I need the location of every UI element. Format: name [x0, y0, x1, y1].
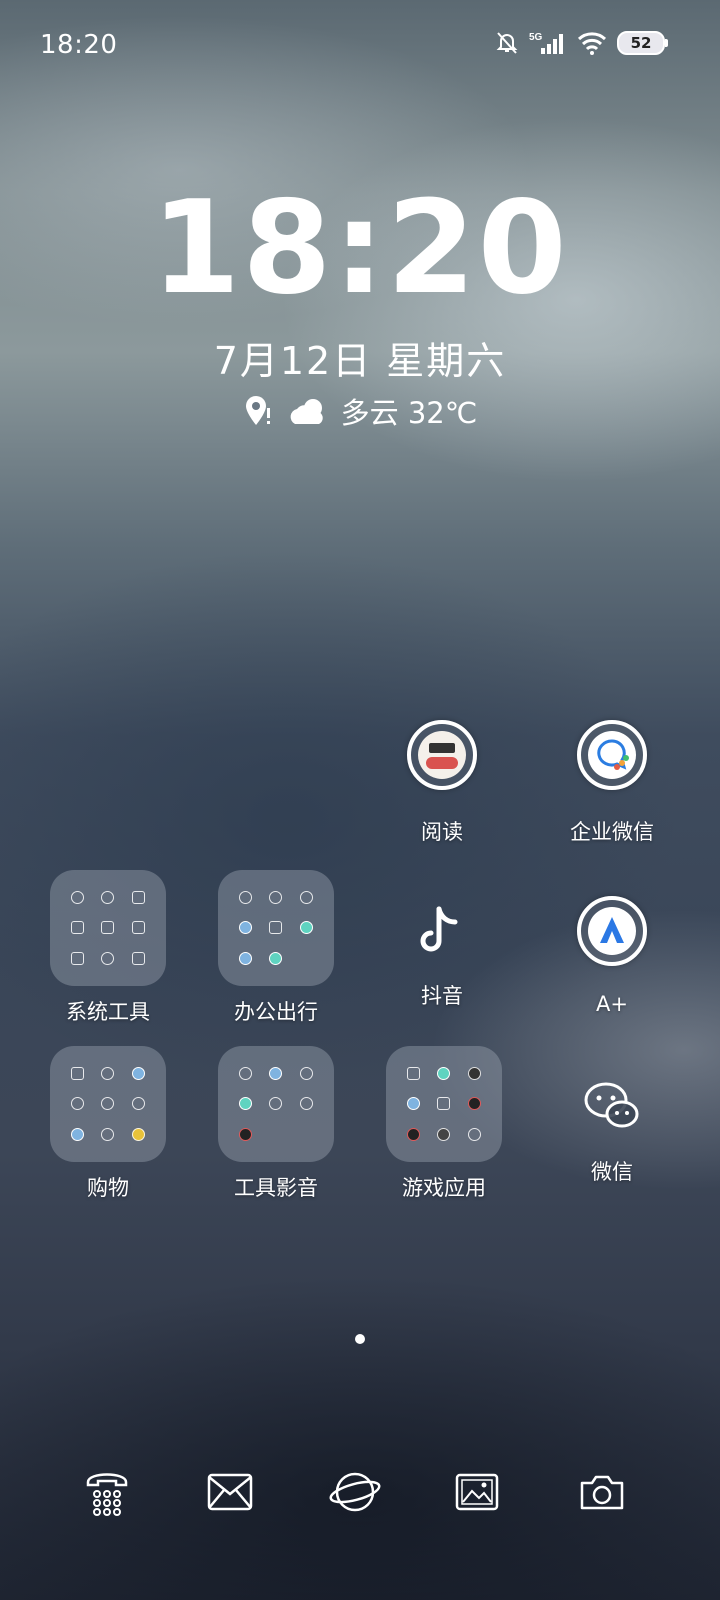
date-label: 7月12日 星期六: [213, 339, 507, 383]
folder-label: 购物: [87, 1176, 129, 1200]
app-mini-icon: [269, 952, 283, 966]
app-mini-icon: [437, 1128, 451, 1142]
app-mini-icon: [437, 1097, 451, 1111]
phone-icon: [101, 921, 115, 935]
app-mini-icon: [468, 1128, 482, 1142]
dock: [0, 1462, 720, 1532]
folder-tile: [386, 1046, 502, 1162]
wechat-icon: [577, 1070, 647, 1140]
folder-label: 游戏应用: [402, 1176, 486, 1200]
wifi-icon: [577, 32, 607, 55]
battery-level: 52: [617, 31, 665, 55]
app-label: 阅读: [421, 820, 463, 844]
a-plus-icon: [577, 896, 647, 966]
app-mini-icon: [300, 921, 314, 935]
folder-system-tools[interactable]: 系统工具: [28, 870, 188, 1026]
folder-tools-media[interactable]: 工具影音: [196, 1046, 356, 1202]
folder-tile: [50, 870, 166, 986]
douyin-icon: [407, 896, 477, 966]
app-mini-icon: [468, 1097, 482, 1111]
app-mini-icon: [70, 1097, 84, 1111]
app-mini-icon: [238, 952, 252, 966]
folder-tile: [218, 1046, 334, 1162]
folder-games-apps[interactable]: 游戏应用: [364, 1046, 524, 1202]
app-mini-icon: [132, 1066, 146, 1080]
app-label: A+: [596, 992, 628, 1016]
user-icon: [101, 1128, 115, 1142]
weather-text: 多云 32℃: [340, 396, 478, 430]
app-label: 企业微信: [570, 820, 654, 844]
svg-text:5G: 5G: [529, 32, 543, 43]
app-mini-icon: [70, 1128, 84, 1142]
app-mini-icon: [406, 1097, 420, 1111]
app-label: 微信: [591, 1160, 633, 1184]
refresh-icon: [101, 890, 115, 904]
calendar-icon: [132, 890, 146, 904]
location-icon: [300, 890, 314, 904]
app-mini-icon: [300, 1097, 314, 1111]
camera-icon[interactable]: [572, 1462, 632, 1522]
app-mini-icon: [269, 1066, 283, 1080]
app-label: 抖音: [421, 984, 463, 1008]
gallery-icon[interactable]: [447, 1462, 507, 1522]
page-indicator: [355, 1334, 365, 1344]
app-wechat[interactable]: 微信: [547, 1070, 677, 1186]
weather-widget[interactable]: 多云 32℃: [0, 390, 720, 432]
app-mini-icon: [238, 1128, 252, 1142]
text-icon: [132, 952, 146, 966]
script-icon: [132, 921, 146, 935]
folder-label: 工具影音: [234, 1176, 318, 1200]
browser-icon[interactable]: [325, 1462, 385, 1522]
puzzle-icon: [70, 921, 84, 935]
penguin-icon: [269, 1097, 283, 1111]
bookmark-icon: [70, 952, 84, 966]
folder-label: 系统工具: [66, 1000, 150, 1024]
app-mini-icon: [132, 1128, 146, 1142]
folder-tile: [218, 870, 334, 986]
clock-widget[interactable]: 18:20: [0, 185, 720, 313]
send-icon: [269, 890, 283, 904]
image-icon: [269, 921, 283, 935]
app-mini-icon: [238, 921, 252, 935]
battery-tip: [665, 39, 668, 47]
signal-5g-icon: 5G: [529, 32, 563, 54]
app-mini-icon: [238, 890, 252, 904]
cloud-icon: [290, 399, 323, 424]
wecom-icon: [577, 720, 647, 790]
app-mini-icon: [468, 1066, 482, 1080]
app-douyin[interactable]: 抖音: [377, 896, 507, 1010]
mute-bell-icon: [496, 32, 518, 54]
folder-label: 办公出行: [234, 1000, 318, 1024]
app-a-plus[interactable]: A+: [547, 896, 677, 1016]
app-mini-icon: [238, 1066, 252, 1080]
lock-icon: [101, 952, 115, 966]
location-pin-icon: [245, 396, 270, 425]
mail-icon[interactable]: [200, 1462, 260, 1522]
app-mini-icon: [238, 1097, 252, 1111]
bell-icon: [300, 1066, 314, 1080]
status-time: 18:20: [40, 30, 118, 60]
battery-indicator: 52: [617, 31, 668, 55]
folder-shopping[interactable]: 购物: [28, 1046, 188, 1202]
cart-icon: [70, 1066, 84, 1080]
settings-icon: [70, 890, 84, 904]
app-mini-icon: [437, 1066, 451, 1080]
app-mini-icon: [132, 1097, 146, 1111]
folder-office-travel[interactable]: 办公出行: [196, 870, 356, 1026]
app-mini-icon: [406, 1128, 420, 1142]
status-icons: 5G 52: [495, 30, 668, 56]
phone-icon[interactable]: [77, 1462, 137, 1522]
bike-icon: [101, 1066, 115, 1080]
folder-tile: [50, 1046, 166, 1162]
app-mini-icon: [406, 1066, 420, 1080]
app-reading[interactable]: 阅读: [377, 720, 507, 846]
reading-app-icon: [407, 720, 477, 790]
app-wecom[interactable]: 企业微信: [547, 720, 677, 846]
status-bar: 18:20 5G 52: [0, 0, 720, 92]
app-mini-icon: [101, 1097, 115, 1111]
